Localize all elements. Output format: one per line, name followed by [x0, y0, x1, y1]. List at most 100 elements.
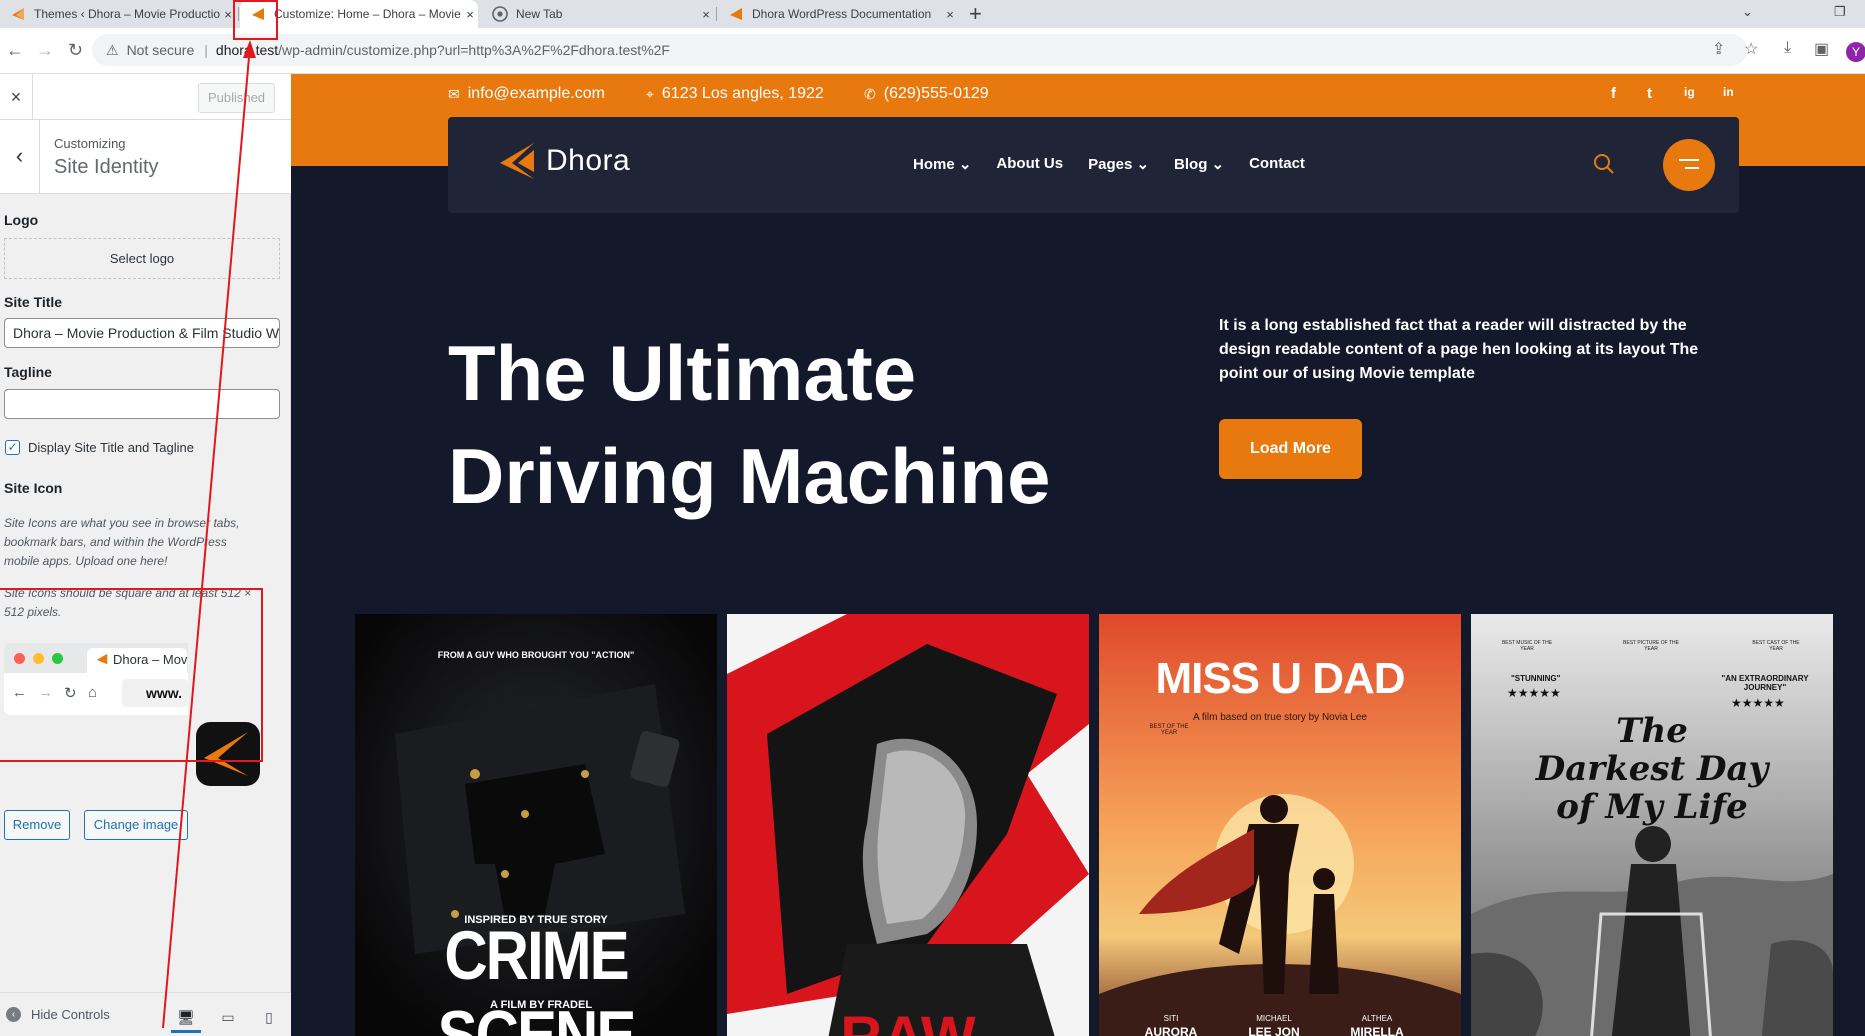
hide-controls-button[interactable]: ‹ Hide Controls: [6, 1007, 110, 1022]
poster-cast-surname: MIRELLA: [1350, 1025, 1404, 1036]
brand-name: Dhora: [546, 144, 631, 177]
back-arrow-icon[interactable]: ‹: [0, 120, 40, 194]
display-title-checkbox[interactable]: ✓: [5, 440, 20, 455]
tab-close-icon[interactable]: ×: [698, 7, 714, 22]
remove-button[interactable]: Remove: [4, 810, 70, 840]
mobile-preview-icon[interactable]: ▯: [254, 1003, 284, 1033]
display-title-label[interactable]: Display Site Title and Tagline: [28, 440, 194, 455]
tab-documentation[interactable]: Dhora WordPress Documentation ×: [718, 0, 958, 28]
location-pin-icon: ⌖: [646, 85, 654, 102]
search-icon[interactable]: [1593, 153, 1615, 175]
phone-icon: ✆: [864, 85, 876, 102]
poster-title-line: The: [1616, 711, 1688, 751]
email-item[interactable]: ✉ info@example.com: [448, 85, 605, 103]
tablet-preview-icon[interactable]: ▭: [213, 1003, 243, 1033]
main-menu: Home ⌄ About Us Pages ⌄ Blog ⌄ Contact: [913, 155, 1330, 173]
restore-window-icon[interactable]: ❐: [1834, 4, 1846, 20]
tab-title: New Tab: [516, 7, 563, 21]
poster-title: RAW: [727, 1004, 1089, 1036]
menu-item-contact[interactable]: Contact: [1249, 155, 1305, 173]
customizer-footer: ‹ Hide Controls 🖥 ▭ ▯: [0, 992, 291, 1036]
section-header: ‹ Customizing Site Identity: [0, 120, 291, 194]
twitter-icon[interactable]: t: [1647, 85, 1652, 102]
site-logo[interactable]: Dhora: [498, 141, 630, 181]
bookmark-star-icon[interactable]: ☆: [1744, 39, 1758, 59]
poster-tagline: FROM A GUY WHO BROUGHT YOU "ACTION": [437, 650, 635, 660]
tab-themes[interactable]: Themes ‹ Dhora – Movie Production ×: [0, 0, 236, 28]
forward-icon[interactable]: →: [36, 40, 54, 60]
url-path: /wp-admin/customize.php?url=http%3A%2F%2…: [278, 42, 670, 58]
customizer-sidebar: × Published ‹ Customizing Site Identity …: [0, 74, 291, 1036]
preview-tab-title: Dhora – Movie: [113, 652, 187, 667]
poster-crime-scene[interactable]: FROM A GUY WHO BROUGHT YOU "ACTION" INSP…: [355, 614, 717, 1036]
poster-raw[interactable]: RAW: [727, 614, 1089, 1036]
poster-title-line: Darkest Day: [1535, 749, 1769, 789]
poster-title: CRIME SCENE: [437, 916, 637, 1036]
menu-item-pages[interactable]: Pages ⌄: [1088, 155, 1149, 173]
new-tab-button[interactable]: +: [969, 2, 982, 26]
reload-icon: ↻: [64, 685, 77, 702]
menu-item-blog[interactable]: Blog ⌄: [1174, 155, 1224, 173]
menu-item-about[interactable]: About Us: [996, 155, 1063, 173]
tab-close-icon[interactable]: ×: [220, 7, 236, 22]
poster-title: MISS U DAD: [1155, 654, 1405, 703]
poster-cast-surname: LEE JON: [1248, 1025, 1300, 1036]
phone-item[interactable]: ✆ (629)555-0129: [864, 85, 989, 103]
site-icon-size-note: Site Icons should be square and at least…: [4, 586, 252, 619]
address-text: 6123 Los angles, 1922: [661, 85, 824, 102]
facebook-icon[interactable]: f: [1611, 85, 1616, 102]
hero-title-line: The Ultimate: [448, 329, 917, 417]
published-button[interactable]: Published: [198, 83, 275, 113]
poster-cast-name: MICHAEL: [1256, 1014, 1292, 1023]
tab-title: Themes ‹ Dhora – Movie Production: [34, 7, 220, 21]
preview-tab: Dhora – Movie: [87, 648, 187, 673]
tab-new-tab[interactable]: New Tab ×: [482, 0, 714, 28]
profile-avatar[interactable]: Y: [1846, 42, 1865, 62]
site-title-input[interactable]: Dhora – Movie Production & Film Studio W…: [4, 318, 280, 348]
instagram-icon[interactable]: ig: [1684, 85, 1695, 99]
hero-title-line: Driving Machine: [448, 432, 1051, 520]
close-customizer-icon[interactable]: ×: [0, 74, 33, 120]
dhora-favicon-icon: [730, 8, 742, 20]
share-icon[interactable]: ⇪: [1712, 39, 1725, 59]
address-item: ⌖ 6123 Los angles, 1922: [646, 85, 824, 103]
poster-quote: "STUNNING": [1511, 674, 1561, 683]
poster-title-line: of My Life: [1556, 787, 1748, 827]
offcanvas-menu-button[interactable]: [1663, 139, 1715, 191]
tab-close-icon[interactable]: ×: [462, 7, 478, 22]
side-panel-icon[interactable]: ▣: [1814, 39, 1829, 59]
change-image-button[interactable]: Change image: [84, 810, 188, 840]
tagline-label: Tagline: [4, 364, 52, 380]
collapse-icon: ‹: [6, 1007, 21, 1022]
warning-icon[interactable]: ⚠: [106, 42, 119, 59]
poster-cast-name: SITI: [1163, 1014, 1179, 1023]
poster-miss-u-dad[interactable]: MISS U DAD A film based on true story by…: [1099, 614, 1461, 1036]
load-more-button[interactable]: Load More: [1219, 419, 1362, 479]
tab-close-icon[interactable]: ×: [942, 7, 958, 22]
email-text: info@example.com: [467, 85, 605, 102]
site-title-label: Site Title: [4, 294, 63, 310]
tab-search-icon[interactable]: ⌄: [1742, 4, 1753, 20]
dhora-favicon-icon: [96, 653, 108, 665]
desktop-preview-icon[interactable]: 🖥: [171, 1003, 201, 1033]
not-secure-label[interactable]: Not secure: [127, 42, 195, 58]
download-icon[interactable]: ⤓: [1784, 39, 1791, 57]
tagline-input[interactable]: [4, 389, 280, 419]
select-logo-button[interactable]: Select logo: [4, 238, 280, 279]
site-preview: ✉ info@example.com ⌖ 6123 Los angles, 1922…: [291, 74, 1865, 1036]
poster-stars: ★★★★★: [1731, 696, 1785, 710]
tab-title: Customize: Home – Dhora – Movie: [274, 7, 461, 21]
dhora-logo-icon: [204, 732, 248, 776]
site-icon-browser-preview: Dhora – Movie ← → ↻ ⌂ www.: [4, 643, 188, 715]
poster-title: The Darkest Day of My Life: [1471, 712, 1833, 826]
tab-customize[interactable]: Customize: Home – Dhora – Movie ×: [240, 0, 478, 28]
menu-item-home[interactable]: Home ⌄: [913, 155, 971, 173]
linkedin-icon[interactable]: in: [1723, 85, 1734, 99]
back-icon[interactable]: ←: [6, 40, 24, 60]
url-host: dhora.test: [215, 42, 279, 58]
poster-darkest-day[interactable]: BEST MUSIC OF THE YEAR BEST PICTURE OF T…: [1471, 614, 1833, 1036]
address-bar[interactable]: ⚠ Not secure | dhora.test /wp-admin/cust…: [92, 34, 1747, 66]
site-icon-app-preview: [196, 722, 260, 786]
poster-laurel: BEST MUSIC OF THE YEAR: [1501, 640, 1553, 652]
reload-icon[interactable]: ↻: [68, 40, 83, 60]
